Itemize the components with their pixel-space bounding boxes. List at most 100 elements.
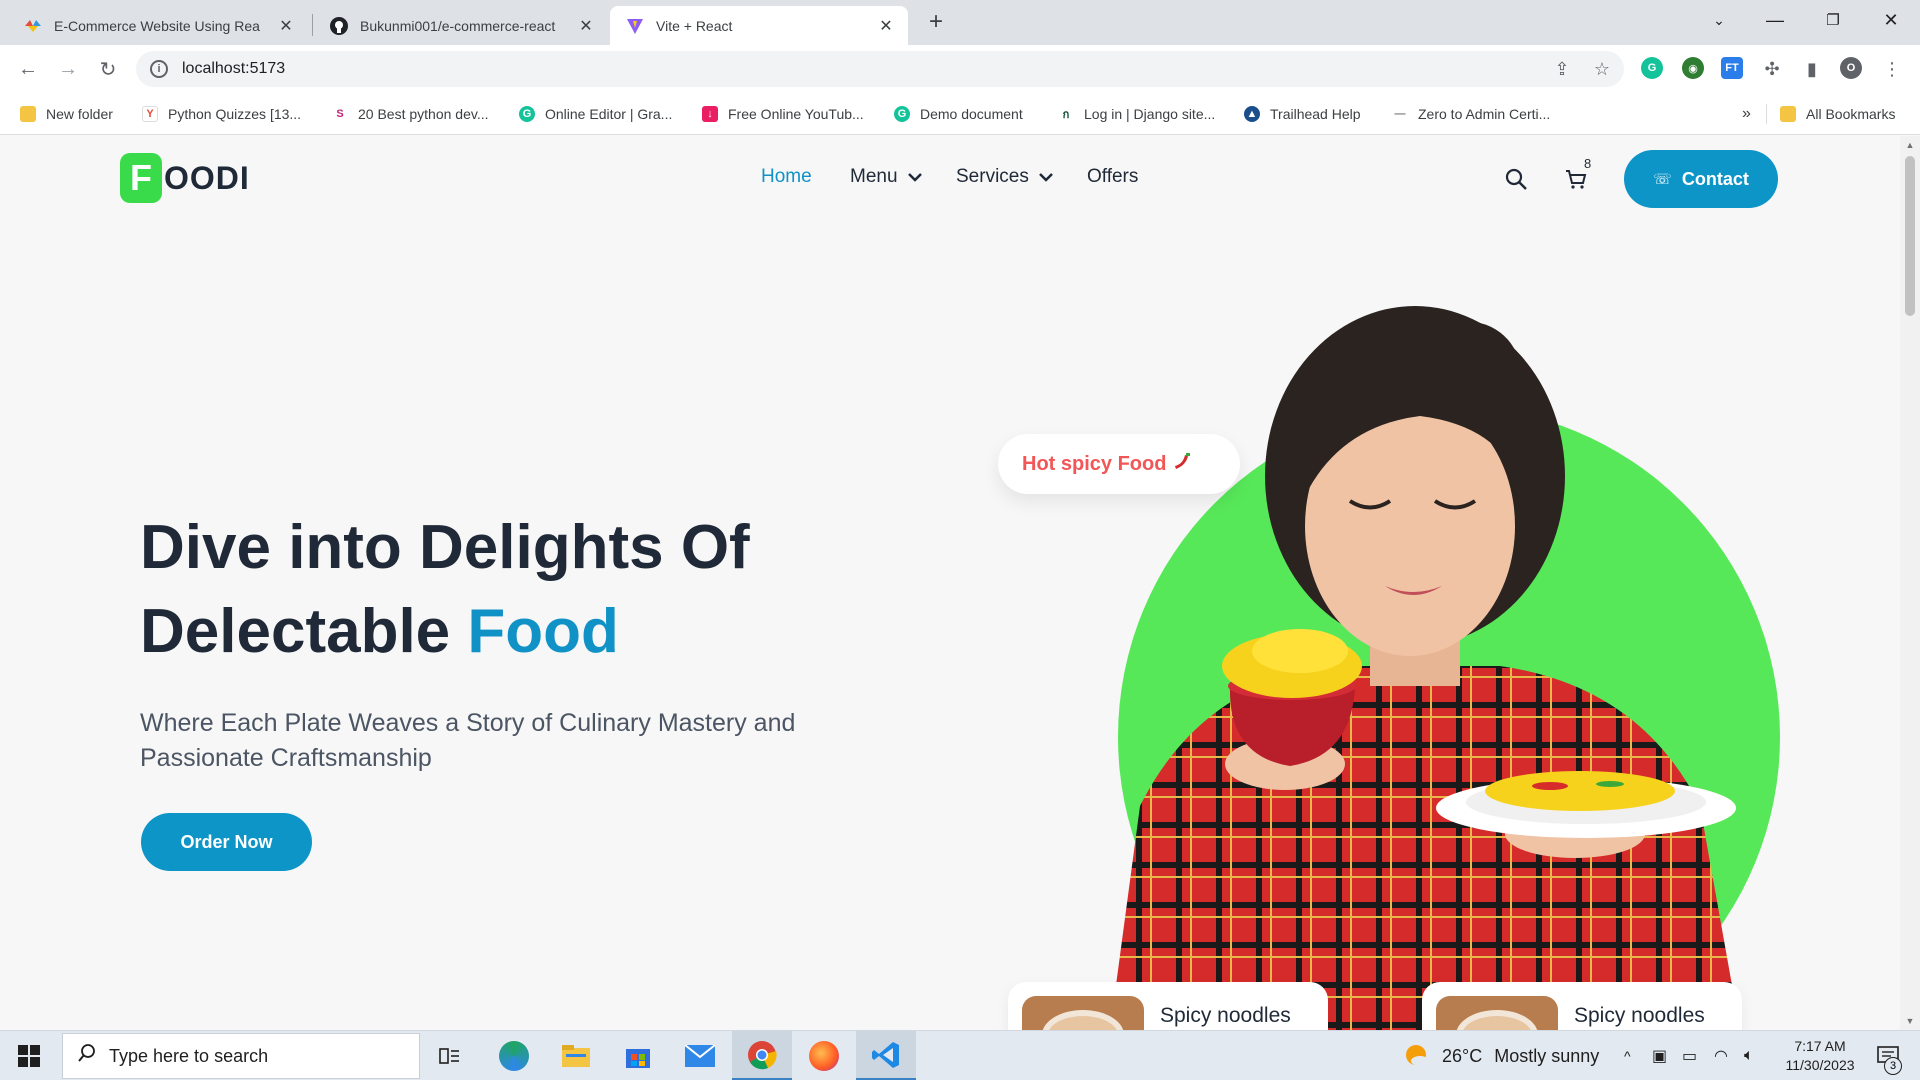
bookmark-django-login[interactable]: ก Log in | Django site... <box>1058 102 1215 126</box>
chevron-down-icon <box>1038 169 1053 185</box>
search-icon[interactable] <box>1499 162 1533 196</box>
mail-app-button[interactable] <box>670 1031 730 1080</box>
bookmark-label: Free Online YouTub... <box>728 106 864 122</box>
scroll-up-icon[interactable]: ▲ <box>1905 140 1915 150</box>
edge-app-button[interactable] <box>484 1031 544 1080</box>
nav-menu[interactable]: Menu <box>850 166 922 188</box>
chevron-down-icon <box>907 169 922 185</box>
microsoft-store-button[interactable] <box>608 1031 668 1080</box>
profile-avatar[interactable]: O <box>1840 57 1862 79</box>
browser-tab-1[interactable]: E-Commerce Website Using Rea ✕ <box>8 6 308 45</box>
taskbar-search-box[interactable]: Type here to search <box>62 1033 420 1079</box>
spicy-noodles-card-1[interactable]: Spicy noodles <box>1008 982 1328 1030</box>
restore-button[interactable]: ❐ <box>1808 0 1858 40</box>
forward-button[interactable]: → <box>54 55 82 83</box>
bookmark-trailhead-help[interactable]: ▲ Trailhead Help <box>1244 102 1361 126</box>
more-menu-icon[interactable]: ⋮ <box>1880 57 1904 81</box>
phone-icon: ☏ <box>1653 171 1672 188</box>
extensions-puzzle-icon[interactable]: ✣ <box>1760 57 1784 81</box>
order-now-button[interactable]: Order Now <box>141 813 312 871</box>
nav-offers[interactable]: Offers <box>1087 166 1138 188</box>
share-icon[interactable]: ⇪ <box>1550 57 1574 81</box>
contact-button[interactable]: ☏ Contact <box>1624 150 1778 208</box>
address-bar[interactable]: i localhost:5173 <box>136 51 1624 87</box>
clock-time: 7:17 AM <box>1794 1038 1846 1054</box>
side-panel-icon[interactable]: ▮ <box>1800 57 1824 81</box>
web-page: F OODI Home Menu Services Offers 8 ☏ Con… <box>0 136 1900 1030</box>
bookmark-label: Log in | Django site... <box>1084 106 1216 122</box>
scrollbar-thumb[interactable] <box>1905 156 1915 316</box>
chili-pepper-icon <box>1172 451 1192 477</box>
bookmark-new-folder[interactable]: New folder <box>20 102 113 126</box>
volume-icon[interactable]: 🔈︎ <box>1744 1031 1754 1080</box>
bookmark-star-icon[interactable]: ☆ <box>1590 57 1614 81</box>
page-scrollbar[interactable]: ▲ ▼ <box>1900 136 1920 1030</box>
nav-home[interactable]: Home <box>761 166 812 188</box>
new-tab-button[interactable]: + <box>922 8 950 36</box>
bookmark-youtube-downloader[interactable]: ↓ Free Online YouTub... <box>702 102 864 126</box>
vite-icon <box>626 17 644 35</box>
windows-start-button[interactable] <box>0 1031 58 1080</box>
site-info-icon[interactable]: i <box>150 60 168 78</box>
device-icon[interactable]: ▣ <box>1652 1031 1667 1080</box>
globe-extension-icon[interactable]: ◉ <box>1682 57 1704 79</box>
contact-label: Contact <box>1681 168 1749 189</box>
translate-extension-icon[interactable]: FT <box>1721 57 1743 79</box>
bookmark-label: New folder <box>46 106 113 122</box>
logo-mark: F <box>120 153 162 203</box>
search-icon <box>77 1043 97 1069</box>
weather-widget[interactable]: 26°C Mostly sunny <box>1404 1031 1599 1080</box>
taskbar-clock[interactable]: 7:17 AM 11/30/2023 <box>1774 1037 1866 1075</box>
card-name: Spicy noodles <box>1574 1004 1705 1027</box>
minimize-button[interactable]: — <box>1750 0 1800 40</box>
spicy-noodles-card-2[interactable]: Spicy noodles <box>1422 982 1742 1030</box>
task-view-button[interactable] <box>420 1031 480 1080</box>
hero-title-accent: Food <box>467 597 619 666</box>
all-bookmarks-button[interactable]: All Bookmarks <box>1780 102 1895 126</box>
bookmark-demo-document[interactable]: G Demo document <box>894 102 1023 126</box>
file-explorer-button[interactable] <box>546 1031 606 1080</box>
back-button[interactable]: ← <box>14 55 42 83</box>
hero-title: Dive into Delights Of Delectable Food <box>140 506 920 674</box>
url-text: localhost:5173 <box>182 60 286 77</box>
tab-search-chevron-icon[interactable]: ⌄ <box>1694 0 1744 40</box>
windows-taskbar: Type here to search 26°C Mostly sunny ^ … <box>0 1030 1920 1080</box>
close-tab-icon[interactable]: ✕ <box>876 16 896 36</box>
bookmark-zero-to-admin[interactable]: — Zero to Admin Certi... <box>1392 102 1550 126</box>
scroll-down-icon[interactable]: ▼ <box>1905 1016 1915 1026</box>
close-window-button[interactable]: ✕ <box>1866 0 1916 40</box>
browser-tab-2[interactable]: Bukunmi001/e-commerce-react ✕ <box>314 6 608 45</box>
grammarly-extension-icon[interactable]: G <box>1641 57 1663 79</box>
bookmark-python-quizzes[interactable]: Y Python Quizzes [13... <box>142 102 301 126</box>
bookmarks-divider <box>1766 104 1767 124</box>
hero-title-plain: Delectable <box>140 597 468 666</box>
download-icon: ↓ <box>702 106 718 122</box>
nav-label: Offers <box>1087 166 1139 187</box>
firefox-app-button[interactable] <box>794 1031 854 1080</box>
more-bookmarks-chevron-icon[interactable]: » <box>1742 102 1751 126</box>
hero-title-line-2: Delectable Food <box>140 590 920 674</box>
bubble-text: Hot spicy Food <box>1022 452 1167 475</box>
logo-text: OODI <box>164 159 250 196</box>
hot-spicy-food-bubble: Hot spicy Food <box>998 434 1240 494</box>
chrome-app-button[interactable] <box>732 1031 792 1080</box>
tab-separator <box>312 14 313 36</box>
browser-tab-active[interactable]: Vite + React ✕ <box>610 6 908 45</box>
nav-services[interactable]: Services <box>956 166 1053 188</box>
weather-desc: Mostly sunny <box>1494 1045 1600 1066</box>
reload-button[interactable]: ↻ <box>94 55 122 83</box>
vscode-app-button[interactable] <box>856 1031 916 1080</box>
close-tab-icon[interactable]: ✕ <box>276 16 296 36</box>
folder-icon <box>1780 106 1796 122</box>
wifi-icon[interactable]: ◠ <box>1714 1031 1728 1080</box>
bookmark-best-python[interactable]: S 20 Best python dev... <box>332 102 489 126</box>
close-tab-icon[interactable]: ✕ <box>576 16 596 36</box>
show-hidden-icons-chevron[interactable]: ^ <box>1624 1031 1631 1080</box>
site-logo[interactable]: F OODI <box>120 153 250 203</box>
firefox-icon <box>809 1041 839 1071</box>
trailhead-icon: ▲ <box>1244 106 1260 122</box>
vscode-icon <box>872 1041 899 1068</box>
bookmark-online-editor[interactable]: G Online Editor | Gra... <box>519 102 672 126</box>
mail-icon <box>685 1045 715 1067</box>
battery-icon[interactable]: ▭ <box>1682 1031 1697 1080</box>
